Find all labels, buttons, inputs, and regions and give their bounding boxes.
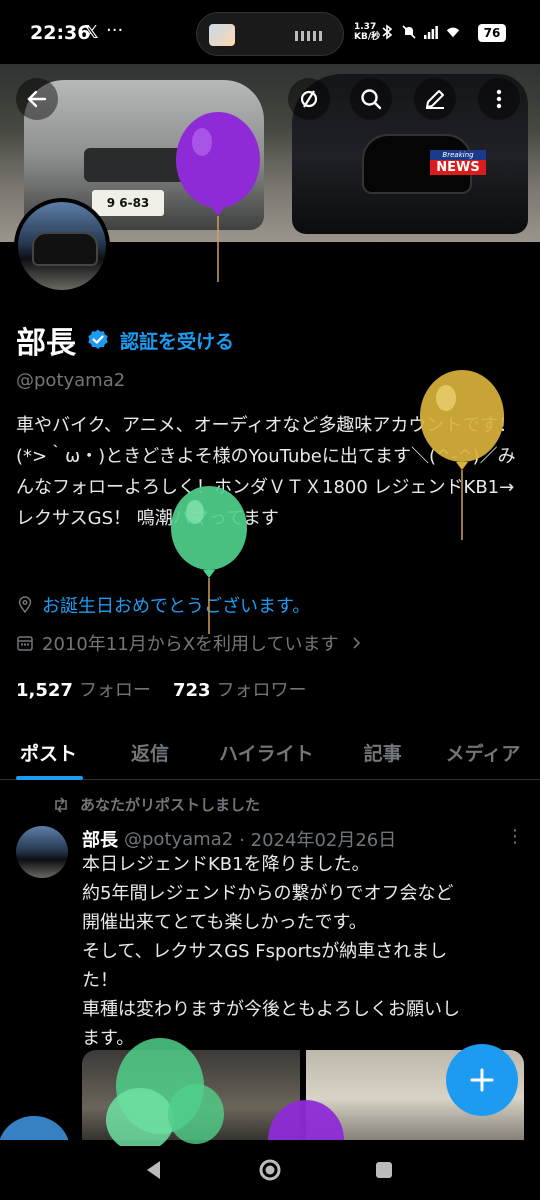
license-plate: 9 6-83 <box>92 190 164 216</box>
news-sticker-main: NEWS <box>430 160 486 175</box>
more-vertical-icon <box>496 89 502 109</box>
network-speed: 1.37 KB/秒 <box>354 22 380 42</box>
post-body[interactable]: 本日レジェンドKB1を降りました。 約5年間レジェンドからの繋がりでオフ会など … <box>82 850 528 1053</box>
hide-button[interactable] <box>288 78 330 120</box>
joined-text: 2010年11月からXを利用しています <box>42 634 339 655</box>
arrow-left-icon <box>27 90 47 108</box>
status-time: 22:36 <box>30 22 91 44</box>
post-line: 本日レジェンドKB1を降りました。 <box>82 854 370 875</box>
compose-button[interactable] <box>446 1044 518 1116</box>
media-thumbnail <box>209 24 235 46</box>
breaking-news-sticker: Breaking NEWS <box>430 150 486 180</box>
birthday-text[interactable]: お誕生日おめでとうございます。 <box>42 592 310 618</box>
edit-button[interactable] <box>414 78 456 120</box>
post-author-handle: @potyama2 <box>124 828 234 850</box>
following-count: 1,527 <box>16 680 73 701</box>
status-icons <box>380 24 460 40</box>
verified-badge-icon[interactable] <box>86 328 110 352</box>
calendar-icon <box>17 636 33 651</box>
post-date: · 2024年02月26日 <box>239 830 397 851</box>
profile-handle: @potyama2 <box>16 370 126 391</box>
battery-indicator: 76 <box>478 24 506 42</box>
post-author-name[interactable]: 部長 <box>82 826 118 852</box>
bluetooth-icon <box>382 24 393 40</box>
tab-posts[interactable]: ポスト <box>16 724 84 780</box>
post-header: 部長 @potyama2 · 2024年02月26日 <box>82 826 396 852</box>
followers-label: フォロワー <box>216 680 307 701</box>
tab-articles[interactable]: 記事 <box>364 724 402 780</box>
pencil-icon <box>426 90 444 109</box>
repost-label: あなたがリポストしました <box>80 796 261 814</box>
more-options-button[interactable] <box>478 78 520 120</box>
profile-name-row: 部長 認証を受ける <box>16 318 234 362</box>
eye-slash-icon <box>300 90 318 108</box>
post-image[interactable] <box>82 1050 300 1146</box>
signal-icon <box>424 26 438 39</box>
post-line: 約5年間レジェンドからの繋がりでオフ会など <box>82 883 454 904</box>
post-line: た！ <box>82 970 118 991</box>
active-tab-indicator <box>16 776 84 780</box>
chevron-right-icon <box>352 637 360 649</box>
post-line: 開催出来てとても楽しかったです。 <box>82 912 367 933</box>
tab-replies[interactable]: 返信 <box>131 724 169 780</box>
search-button[interactable] <box>350 78 392 120</box>
repost-icon <box>55 796 67 813</box>
tab-label: ハイライト <box>219 742 314 765</box>
tab-media[interactable]: メディア <box>446 724 521 780</box>
profile-avatar[interactable] <box>14 198 110 294</box>
get-verified-link[interactable]: 認証を受ける <box>120 327 234 354</box>
balloon-blue-bottom <box>0 1116 69 1140</box>
back-button[interactable] <box>16 78 58 120</box>
car-grill <box>84 148 204 182</box>
more-notifications-icon: ··· <box>106 20 124 41</box>
nav-back-icon[interactable] <box>142 1158 166 1182</box>
plus-icon <box>470 1068 494 1092</box>
tab-label: ポスト <box>20 742 78 765</box>
profile-bio: 車やバイク、アニメ、オーディオなど多趣味アカウントです！(*>｀ω・)ときどきよ… <box>16 415 517 529</box>
news-sticker-top: Breaking <box>430 150 486 160</box>
nav-recents-icon[interactable] <box>372 1158 396 1182</box>
following-label: フォロー <box>78 680 151 701</box>
wifi-icon <box>446 27 460 38</box>
mute-icon <box>402 25 416 39</box>
nav-home-icon[interactable] <box>258 1158 282 1182</box>
tab-highlights[interactable]: ハイライト <box>219 724 314 780</box>
post-line: ます。 <box>82 1028 135 1049</box>
system-nav-bar <box>0 1140 540 1200</box>
audio-wave-icon <box>295 31 323 41</box>
followers-count: 723 <box>172 680 211 701</box>
network-speed-value: 1.37 <box>354 22 377 32</box>
joined-row[interactable]: 2010年11月からXを利用しています <box>16 630 365 656</box>
birthday-row: お誕生日おめでとうございます。 <box>16 592 310 618</box>
tab-label: 記事 <box>363 742 402 765</box>
x-app-icon: 𝕏 <box>84 22 99 43</box>
tab-label: 返信 <box>131 742 170 765</box>
following-link[interactable]: 1,527 フォロー <box>16 676 151 702</box>
avatar-car <box>32 232 98 266</box>
status-bar: 22:36 𝕏 ··· 1.37 KB/秒 76 <box>0 0 540 64</box>
repost-indicator: あなたがリポストしました <box>52 794 260 815</box>
network-speed-unit: KB/秒 <box>354 32 381 42</box>
post-line: そして、レクサスGS Fsportsが納車されまし <box>82 941 448 962</box>
search-icon <box>361 89 382 110</box>
post-line: 車種は変わりますが今後ともよろしくお願いし <box>82 999 460 1020</box>
post-author-avatar[interactable] <box>16 826 68 878</box>
display-name: 部長 <box>16 326 76 361</box>
follow-stats: 1,527 フォロー 723 フォロワー <box>16 676 307 702</box>
post-more-icon[interactable]: ⋮ <box>506 826 524 847</box>
media-pill[interactable] <box>196 12 344 56</box>
followers-link[interactable]: 723 フォロワー <box>173 676 307 702</box>
tab-label: メディア <box>445 742 521 765</box>
location-pin-icon <box>18 596 32 614</box>
profile-tabs: ポスト 返信 ハイライト 記事 メディア <box>0 724 540 780</box>
